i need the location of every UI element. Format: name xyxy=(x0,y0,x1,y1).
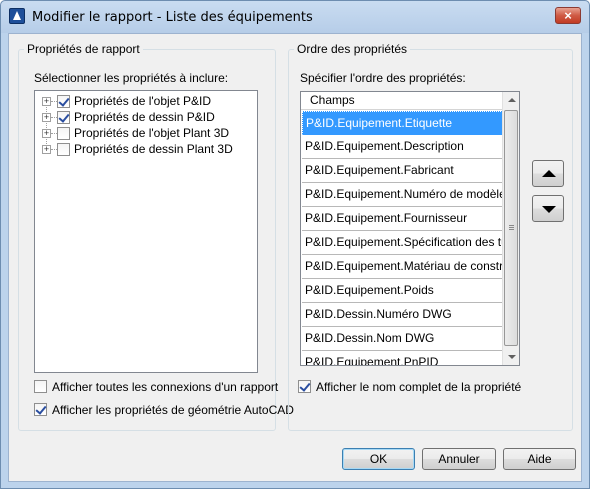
help-button[interactable]: Aide xyxy=(503,448,576,470)
list-item[interactable]: P&ID.Equipement.Spécification des tuy... xyxy=(302,231,503,255)
list-item[interactable]: P&ID.Equipement.PnPID xyxy=(302,351,503,365)
tree-item-label: Propriétés de l'objet P&ID xyxy=(74,94,212,108)
list-item[interactable]: P&ID.Equipement.Fabricant xyxy=(302,159,503,183)
tree-item-checkbox[interactable] xyxy=(57,127,70,140)
title-bar[interactable]: Modifier le rapport - Liste des équipeme… xyxy=(1,1,589,33)
tree-item-label: Propriétés de l'objet Plant 3D xyxy=(74,126,230,140)
show-geometry-properties-checkbox[interactable] xyxy=(34,403,47,416)
tree-item-checkbox[interactable] xyxy=(57,111,70,124)
tree-item-label: Propriétés de dessin Plant 3D xyxy=(74,142,233,156)
scroll-up-arrow-icon[interactable] xyxy=(503,92,519,109)
scroll-down-arrow-icon[interactable] xyxy=(503,348,519,365)
autocad-app-icon xyxy=(9,8,25,24)
close-button[interactable]: × xyxy=(555,7,581,24)
dialog-client-area: Propriétés de rapport Sélectionner les p… xyxy=(8,33,582,482)
show-geometry-properties-label: Afficher les propriétés de géométrie Aut… xyxy=(52,403,294,417)
list-item[interactable]: P&ID.Equipement.Poids xyxy=(302,279,503,303)
list-item[interactable]: P&ID.Dessin.Numéro DWG xyxy=(302,303,503,327)
list-item[interactable]: P&ID.Equipement.Fournisseur xyxy=(302,207,503,231)
list-item[interactable]: P&ID.Dessin.Nom DWG xyxy=(302,327,503,351)
fields-listbox[interactable]: Champs P&ID.Equipement.Etiquette P&ID.Eq… xyxy=(300,91,520,366)
tree-item-checkbox[interactable] xyxy=(57,143,70,156)
specify-order-label: Spécifier l'ordre des propriétés: xyxy=(300,71,466,85)
window-title: Modifier le rapport - Liste des équipeme… xyxy=(32,10,313,25)
triangle-up-icon xyxy=(542,170,556,177)
list-item[interactable]: P&ID.Equipement.Etiquette xyxy=(302,111,503,135)
fields-column-header[interactable]: Champs xyxy=(301,92,503,110)
properties-tree[interactable]: + Propriétés de l'objet P&ID + Propriété… xyxy=(34,90,258,373)
grip-line xyxy=(509,227,514,228)
show-full-property-name-checkbox[interactable] xyxy=(298,380,311,393)
show-all-connections-label: Afficher toutes les connexions d'un rapp… xyxy=(52,380,279,394)
list-item[interactable]: P&ID.Equipement.Description xyxy=(302,135,503,159)
tree-item-checkbox[interactable] xyxy=(57,95,70,108)
ok-button[interactable]: OK xyxy=(342,448,415,470)
report-properties-group-title: Propriétés de rapport xyxy=(24,42,143,56)
cancel-button[interactable]: Annuler xyxy=(422,448,496,470)
move-down-button[interactable] xyxy=(532,195,564,222)
expand-icon[interactable]: + xyxy=(42,145,51,154)
list-item[interactable]: P&ID.Equipement.Matériau de constru... xyxy=(302,255,503,279)
triangle-down-icon xyxy=(542,206,556,213)
dialog-window: Modifier le rapport - Liste des équipeme… xyxy=(0,0,590,489)
show-all-connections-checkbox[interactable] xyxy=(34,380,47,393)
tree-item-label: Propriétés de dessin P&ID xyxy=(74,110,215,124)
expand-icon[interactable]: + xyxy=(42,113,51,122)
list-vertical-scrollbar[interactable] xyxy=(502,92,519,365)
grip-line xyxy=(509,225,514,226)
show-full-property-name-label: Afficher le nom complet de la propriété xyxy=(316,380,522,394)
list-item[interactable]: P&ID.Equipement.Numéro de modèle xyxy=(302,183,503,207)
property-order-group-title: Ordre des propriétés xyxy=(294,42,411,56)
expand-icon[interactable]: + xyxy=(42,129,51,138)
scrollbar-thumb[interactable] xyxy=(504,110,518,346)
grip-line xyxy=(509,229,514,230)
select-properties-label: Sélectionner les propriétés à inclure: xyxy=(34,71,229,85)
move-up-button[interactable] xyxy=(532,160,564,187)
expand-icon[interactable]: + xyxy=(42,97,51,106)
